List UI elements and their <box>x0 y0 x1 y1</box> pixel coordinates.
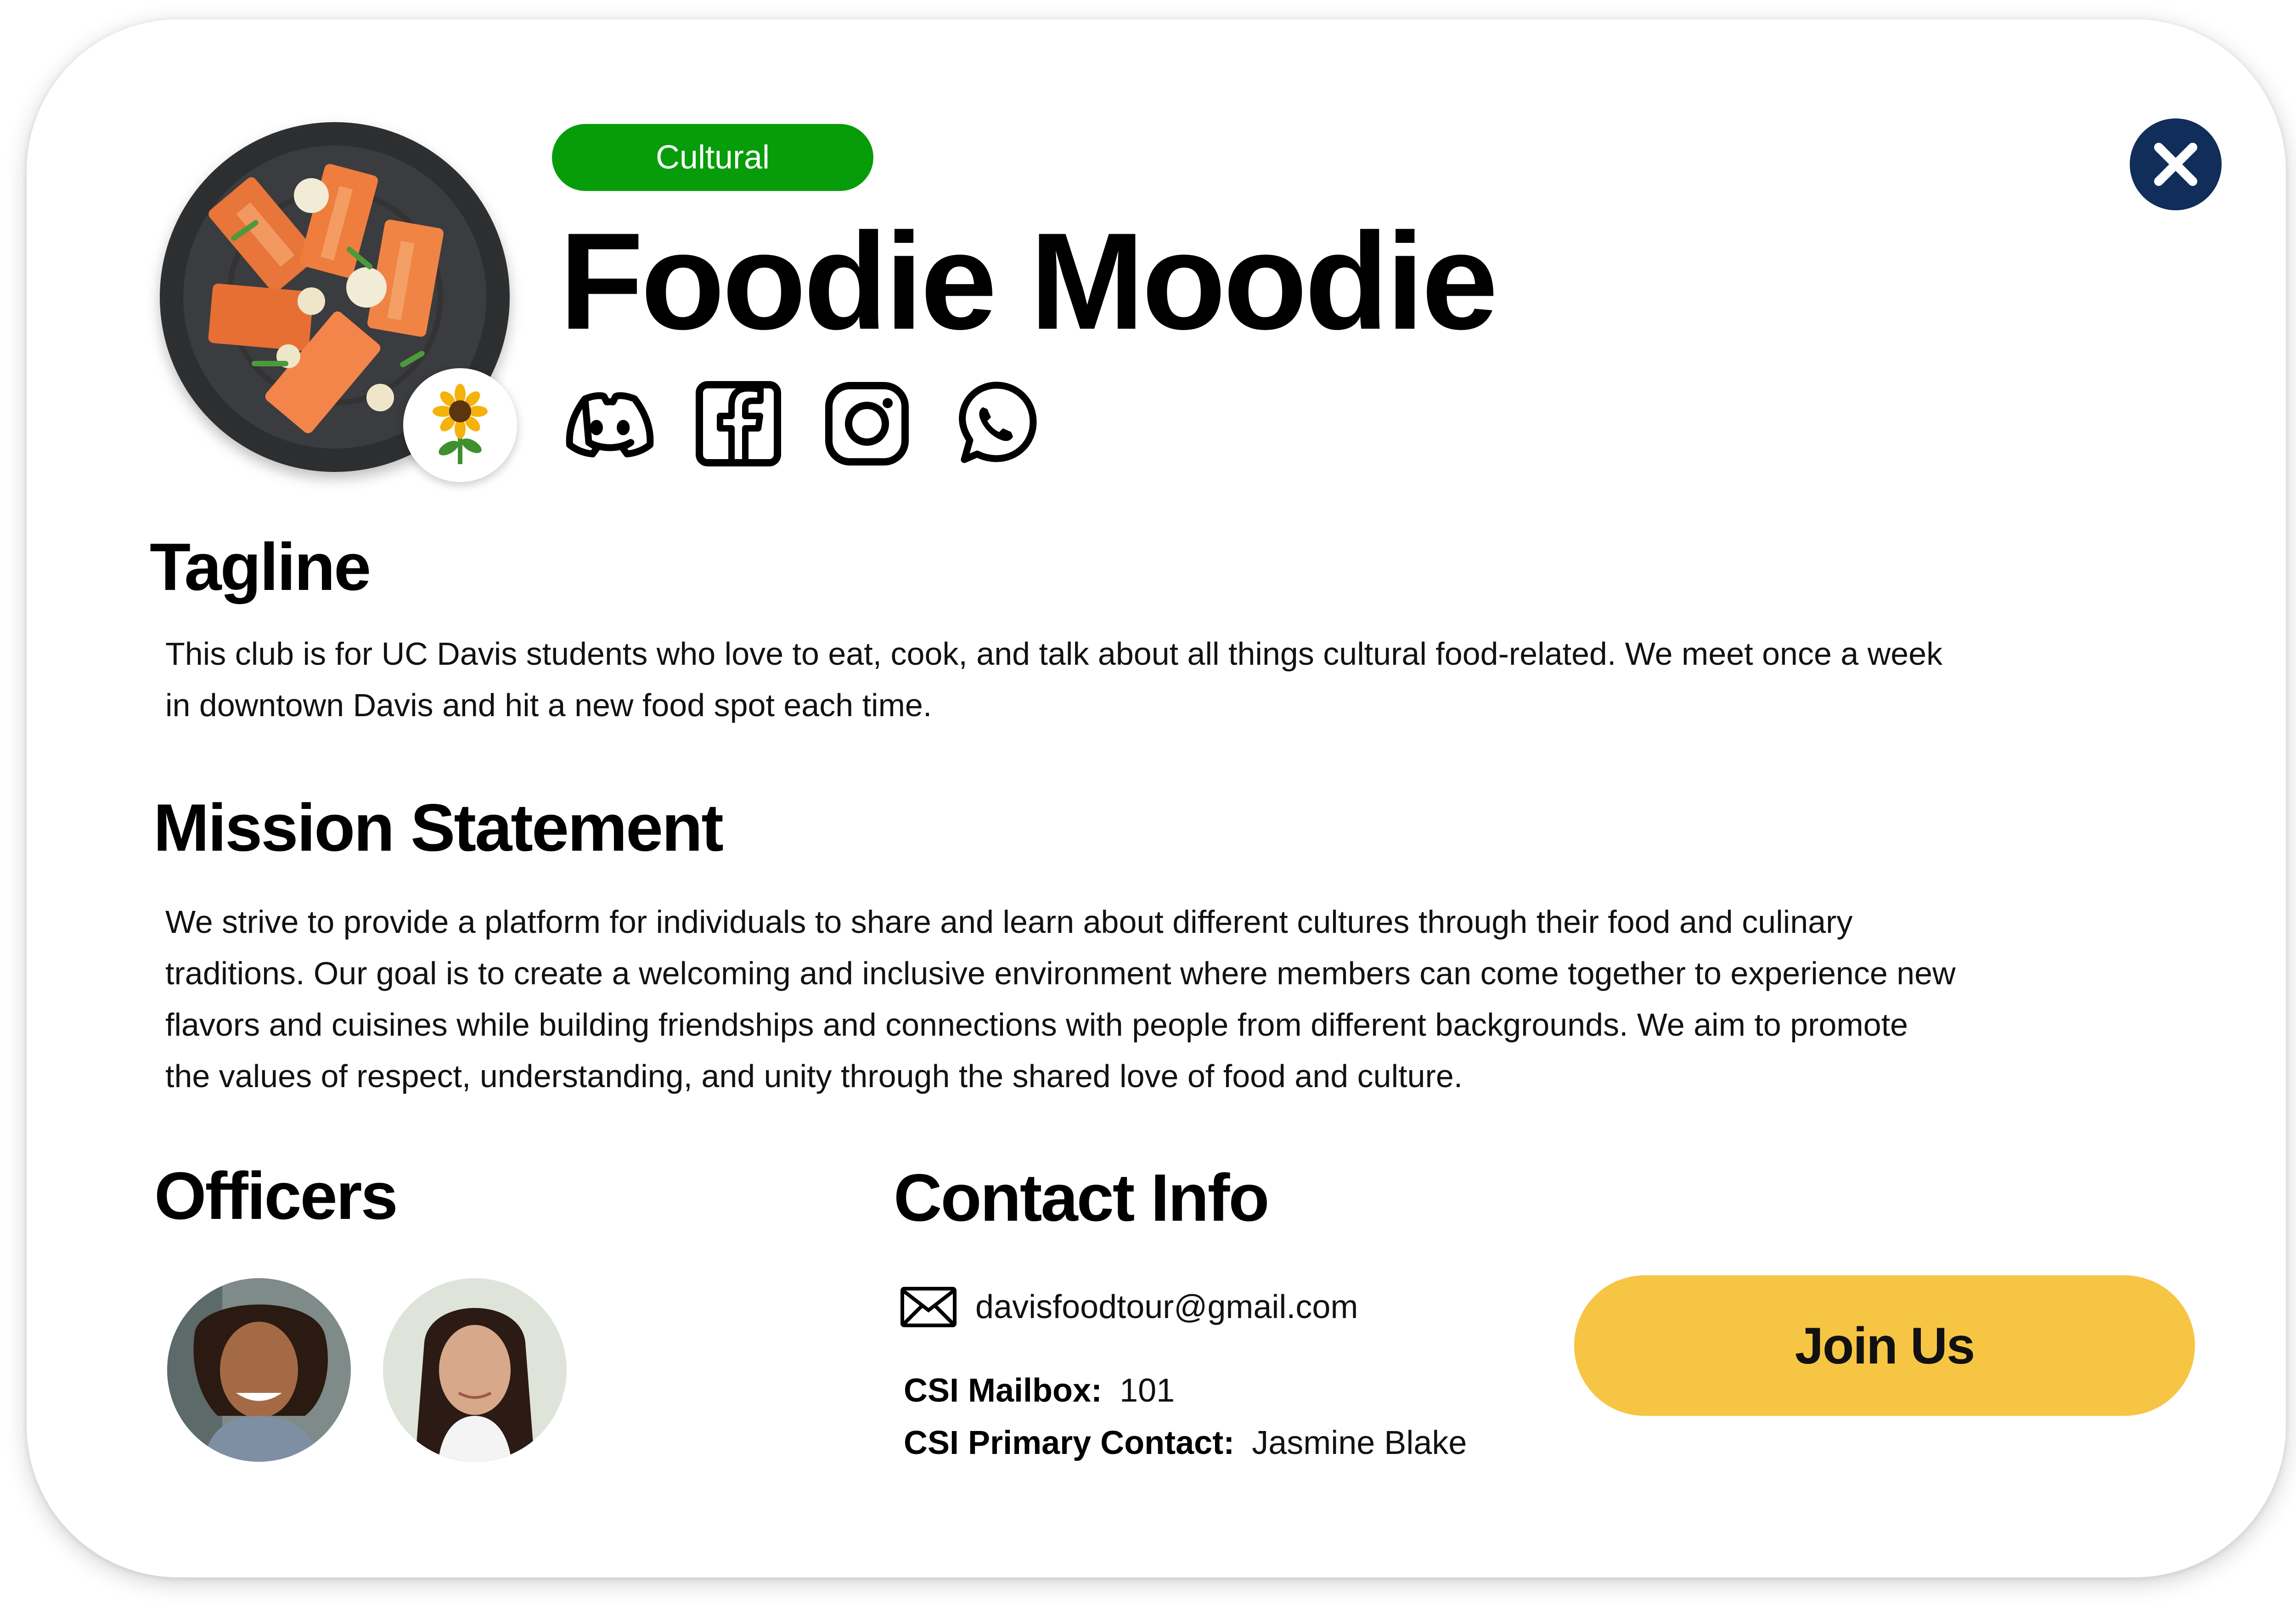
mission-line: traditions. Our goal is to create a welc… <box>165 955 1956 991</box>
csi-mailbox-row: CSI Mailbox: 101 <box>904 1372 1175 1409</box>
discord-icon <box>566 392 654 458</box>
mission-line: flavors and cuisines while building frie… <box>165 1007 1908 1043</box>
social-links <box>564 380 1041 467</box>
officer-avatar[interactable] <box>167 1278 351 1462</box>
club-emoji-badge <box>403 368 517 482</box>
csi-primary-contact-row: CSI Primary Contact: Jasmine Blake <box>904 1424 1467 1462</box>
instagram-icon <box>825 382 909 466</box>
officer-photo-2 <box>383 1278 567 1462</box>
mission-text: We strive to provide a platform for indi… <box>165 896 2232 1102</box>
csi-mailbox-value: 101 <box>1120 1372 1175 1409</box>
officers-heading: Officers <box>154 1158 398 1233</box>
club-title: Foodie Moodie <box>559 204 1498 358</box>
club-detail-card: Cultural Foodie Moodie Tagline This club… <box>27 19 2286 1577</box>
discord-link[interactable] <box>564 380 656 467</box>
close-icon <box>2154 143 2197 186</box>
tagline-line: in downtown Davis and hit a new food spo… <box>165 687 932 723</box>
officer-avatar[interactable] <box>383 1278 567 1462</box>
contact-email[interactable]: davisfoodtour@gmail.com <box>975 1288 1358 1326</box>
whatsapp-link[interactable] <box>950 380 1041 467</box>
facebook-link[interactable] <box>692 380 784 467</box>
whatsapp-icon <box>959 382 1037 463</box>
csi-primary-contact-label: CSI Primary Contact: <box>904 1425 1235 1461</box>
mail-icon <box>900 1287 957 1327</box>
category-badge: Cultural <box>552 124 873 191</box>
tagline-line: This club is for UC Davis students who l… <box>165 636 1943 672</box>
mission-heading: Mission Statement <box>153 790 724 865</box>
officer-photo-1 <box>167 1278 351 1462</box>
facebook-icon <box>696 381 781 466</box>
mission-line: We strive to provide a platform for indi… <box>165 904 1853 940</box>
contact-email-row[interactable]: davisfoodtour@gmail.com <box>900 1286 1358 1328</box>
mission-line: the values of respect, understanding, an… <box>165 1058 1463 1094</box>
csi-primary-contact-value: Jasmine Blake <box>1252 1425 1467 1461</box>
close-button[interactable] <box>2130 118 2222 210</box>
csi-mailbox-label: CSI Mailbox: <box>904 1372 1103 1409</box>
instagram-link[interactable] <box>821 380 913 467</box>
tagline-heading: Tagline <box>150 529 371 604</box>
contact-heading: Contact Info <box>894 1160 1270 1235</box>
tagline-text: This club is for UC Davis students who l… <box>165 628 2186 731</box>
join-button[interactable]: Join Us <box>1574 1275 2195 1416</box>
sunflower-icon <box>433 384 488 464</box>
